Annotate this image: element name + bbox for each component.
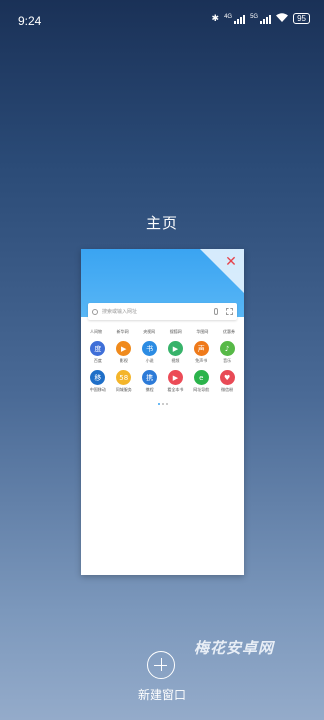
app-shortcut[interactable]: ▶ 看全本书 xyxy=(163,370,189,393)
battery-icon: 95 xyxy=(293,13,310,24)
page-indicator xyxy=(81,403,244,405)
app-icon: 书 xyxy=(142,341,158,356)
app-shortcut[interactable]: 58 同城服务 xyxy=(111,370,137,393)
app-icon: ♥ xyxy=(219,370,235,385)
page-dot xyxy=(161,403,164,405)
app-icon: ▶ xyxy=(167,370,183,385)
app-icon: 移 xyxy=(90,370,106,385)
app-shortcut[interactable]: 书小说 xyxy=(137,341,163,364)
quick-tab[interactable]: 优惠券 xyxy=(218,329,240,335)
signal-5g-icon: 5G xyxy=(250,14,272,24)
app-label: 小说 xyxy=(145,358,154,363)
status-icons: ✱ 4G 5G 95 xyxy=(212,13,310,24)
watermark: 梅花安卓网 xyxy=(193,639,274,657)
app-label: 音乐 xyxy=(223,358,232,363)
app-icon: ♪ xyxy=(219,341,235,356)
quick-tab[interactable]: 搜狐网 xyxy=(165,329,187,335)
app-icon: 声 xyxy=(193,341,209,356)
app-icon: 度 xyxy=(90,341,106,356)
status-bar: 9:24 ✱ 4G 5G 95 xyxy=(0,0,324,42)
app-label: 百度 xyxy=(93,358,102,363)
quick-tab[interactable]: 华图网 xyxy=(191,329,213,335)
app-shortcut[interactable]: 携携程 xyxy=(137,370,163,393)
app-label: 网址导航 xyxy=(193,387,210,392)
app-shortcut[interactable]: 声免声书 xyxy=(188,341,214,364)
new-window-button[interactable] xyxy=(147,651,175,679)
app-shortcut[interactable]: e 网址导航 xyxy=(188,370,214,393)
tab-preview-card[interactable]: ✕ 搜索或输入网址 人间物 新华网 央视网 搜狐网 华图网 优惠券 度百度 ▶ 影视… xyxy=(81,249,244,575)
app-shortcut[interactable]: ▶ 影视 xyxy=(111,341,137,364)
page-dot xyxy=(157,403,160,405)
app-grid: 度百度 ▶ 影视书小说 ▶ 视频声免声书 ♪ 音乐移中国移动 58 同城服务携携程 ▶ 看全本书 e 网… xyxy=(85,341,240,393)
app-label: 微信粉 xyxy=(221,387,234,392)
app-icon: ▶ xyxy=(167,341,183,356)
page-title: 主页 xyxy=(145,214,178,232)
search-icon xyxy=(92,308,98,315)
mic-icon[interactable] xyxy=(214,308,218,315)
quick-tabs: 人间物 新华网 央视网 搜狐网 华图网 优惠券 xyxy=(85,329,240,335)
app-shortcut[interactable]: 移中国移动 xyxy=(85,370,111,393)
app-shortcut[interactable]: ♥ 微信粉 xyxy=(214,370,240,393)
app-label: 携程 xyxy=(145,387,154,392)
app-icon: 携 xyxy=(142,370,158,385)
close-tab-icon[interactable]: ✕ xyxy=(224,255,238,269)
scan-icon[interactable] xyxy=(226,308,233,315)
app-label: 免声书 xyxy=(195,358,208,363)
app-shortcut[interactable]: ♪ 音乐 xyxy=(214,341,240,364)
wifi-icon xyxy=(276,13,289,24)
page-dot xyxy=(165,403,168,405)
quick-tab[interactable]: 新华网 xyxy=(112,329,134,335)
new-window-label[interactable]: 新建窗口 xyxy=(0,686,324,703)
app-label: 影视 xyxy=(119,358,128,363)
app-icon: 58 xyxy=(116,370,132,385)
bluetooth-icon: ✱ xyxy=(211,13,220,23)
app-shortcut[interactable]: 度百度 xyxy=(85,341,111,364)
signal-4g-icon: 4G xyxy=(224,14,246,24)
quick-tab[interactable]: 央视网 xyxy=(138,329,160,335)
search-placeholder: 搜索或输入网址 xyxy=(102,309,138,315)
app-icon: e xyxy=(193,370,209,385)
quick-tab[interactable]: 人间物 xyxy=(85,329,107,335)
search-bar[interactable]: 搜索或输入网址 xyxy=(88,303,237,320)
app-label: 视频 xyxy=(171,358,180,363)
app-label: 中国移动 xyxy=(89,387,106,392)
app-icon: ▶ xyxy=(116,341,132,356)
app-label: 看全本书 xyxy=(167,387,184,392)
app-label: 同城服务 xyxy=(115,387,132,392)
status-time: 9:24 xyxy=(18,14,42,28)
app-shortcut[interactable]: ▶ 视频 xyxy=(163,341,189,364)
